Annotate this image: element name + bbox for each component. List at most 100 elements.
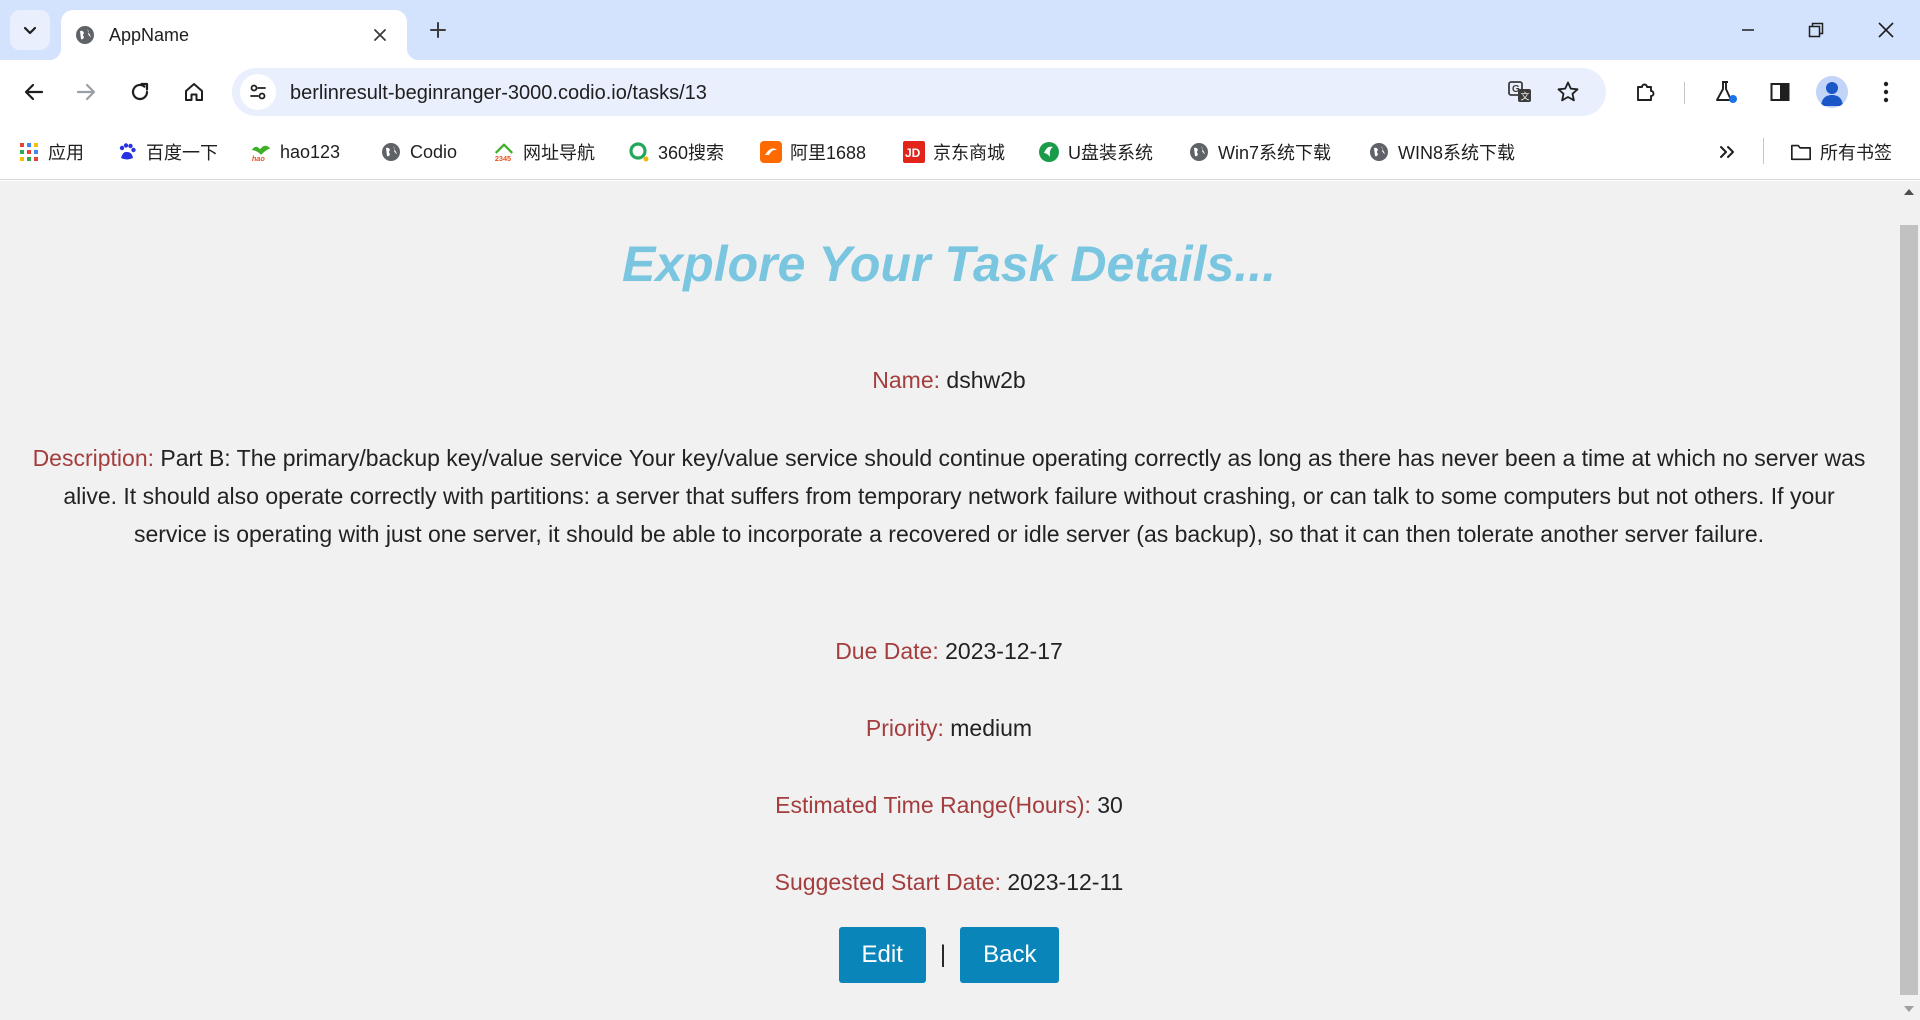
bookmark-jd[interactable]: JD 京东商城 [903,138,1005,166]
translate-icon: G文 [1508,81,1531,103]
bookmark-codio[interactable]: Codio [380,138,457,166]
due-date-value: 2023-12-17 [945,638,1063,664]
side-panel-button[interactable] [1760,72,1800,112]
scroll-down-arrow[interactable] [1904,1006,1914,1012]
360-search-icon [628,141,650,163]
bookmark-hao123[interactable]: hao hao123 [250,138,340,166]
ali1688-icon [760,141,782,163]
priority-field: Priority: medium [30,709,1868,747]
suggested-start-label: Suggested Start Date: [774,869,1001,895]
action-buttons: Edit | Back [0,927,1898,983]
more-vert-icon [1883,81,1889,103]
2345-icon: 2345 [493,141,515,163]
forward-nav-button[interactable] [66,72,106,112]
arrow-right-icon [76,83,96,101]
bookmark-label: U盘装系统 [1068,143,1153,163]
minimize-icon [1742,29,1754,31]
bookmark-label: 360搜索 [658,143,725,163]
site-info-button[interactable] [240,74,276,110]
labs-button[interactable] [1706,72,1746,112]
priority-value: medium [950,715,1033,741]
restore-icon [1808,22,1824,38]
bookmark-ali1688[interactable]: 阿里1688 [760,138,866,166]
svg-text:hao: hao [252,154,266,163]
usb-system-icon [1038,141,1060,163]
url-text[interactable]: berlinresult-beginranger-3000.codio.io/t… [290,82,707,105]
due-date-label: Due Date: [835,638,939,664]
home-button[interactable] [174,72,214,112]
page-content: Explore Your Task Details... Name: dshw2… [0,181,1898,1020]
bookmarks-bar: 应用 百度一下 hao hao123 Codio 2345 网址导航 360搜索 [0,124,1920,180]
translate-button[interactable]: G文 [1504,76,1536,108]
bookmark-apps[interactable]: 应用 [18,138,84,166]
puzzle-icon [1637,83,1655,101]
tune-icon [250,84,266,100]
bookmark-label: Win7系统下载 [1218,143,1332,163]
tab-title: AppName [109,24,190,45]
edit-button[interactable]: Edit [838,927,926,983]
back-nav-button[interactable] [14,72,54,112]
reload-button[interactable] [120,72,160,112]
bookmark-label: WIN8系统下载 [1398,143,1515,163]
description-field: Description: Part B: The primary/backup … [30,439,1868,553]
all-bookmarks-button[interactable]: 所有书签 [1790,138,1892,166]
bookmark-label: 阿里1688 [790,143,867,163]
reload-icon [131,82,149,101]
person-icon [1821,82,1843,106]
restore-button[interactable] [1782,0,1850,60]
button-separator: | [939,941,947,968]
star-icon [1557,81,1579,102]
estimated-time-field: Estimated Time Range(Hours): 30 [30,786,1868,824]
folder-icon [1790,141,1812,163]
vertical-scrollbar[interactable] [1898,181,1920,1020]
browser-tab[interactable]: AppName [49,10,419,60]
name-value: dshw2b [946,367,1026,393]
page-title: Explore Your Task Details... [622,236,1276,292]
minimize-button[interactable] [1714,0,1782,60]
globe-icon [76,26,94,44]
priority-label: Priority: [865,715,944,741]
description-label: Description: [32,445,154,471]
bookmark-baidu[interactable]: 百度一下 [116,138,218,166]
chevron-down-icon [23,26,37,35]
close-window-button[interactable] [1852,0,1920,60]
estimated-time-value: 30 [1097,792,1123,818]
bookmark-label: 京东商城 [933,143,1005,163]
new-tab-button[interactable] [420,12,456,48]
address-bar[interactable]: berlinresult-beginranger-3000.codio.io/t… [232,68,1606,116]
svg-text:2345: 2345 [495,154,511,163]
toolbar-divider [1684,82,1685,104]
bookmark-win8[interactable]: WIN8系统下载 [1368,138,1515,166]
bookmark-win7[interactable]: Win7系统下载 [1188,138,1331,166]
tab-strip: AppName [0,0,1920,60]
name-field: Name: dshw2b [30,361,1868,399]
suggested-start-field: Suggested Start Date: 2023-12-11 [30,863,1868,901]
hao123-icon: hao [250,141,272,163]
tab-search-button[interactable] [10,10,50,50]
svg-text:文: 文 [1521,91,1530,103]
bookmark-label: hao123 [280,141,341,162]
home-icon [185,83,203,101]
profile-avatar[interactable] [1816,76,1848,108]
scrollbar-thumb[interactable] [1900,225,1918,995]
back-button[interactable]: Back [960,927,1060,983]
estimated-time-label: Estimated Time Range(Hours): [775,792,1091,818]
bookmark-wangzhi[interactable]: 2345 网址导航 [493,138,595,166]
side-panel-icon [1770,83,1790,101]
extensions-button[interactable] [1626,72,1666,112]
bookmark-star-button[interactable] [1552,76,1584,108]
close-icon [374,29,386,41]
bookmark-label: 百度一下 [146,143,218,163]
description-value: Part B: The primary/backup key/value ser… [63,445,1866,547]
name-label: Name: [872,367,941,393]
more-bookmarks-button[interactable] [1718,138,1736,166]
jd-icon: JD [903,141,925,163]
bookmark-360[interactable]: 360搜索 [628,138,724,166]
bookmark-upan[interactable]: U盘装系统 [1038,138,1153,166]
close-tab-button[interactable] [367,22,393,48]
scroll-up-arrow[interactable] [1904,189,1914,195]
globe-icon [1188,141,1210,163]
browser-menu-button[interactable] [1866,72,1906,112]
apps-grid-icon [18,141,40,163]
bookmark-label: Codio [410,141,458,162]
